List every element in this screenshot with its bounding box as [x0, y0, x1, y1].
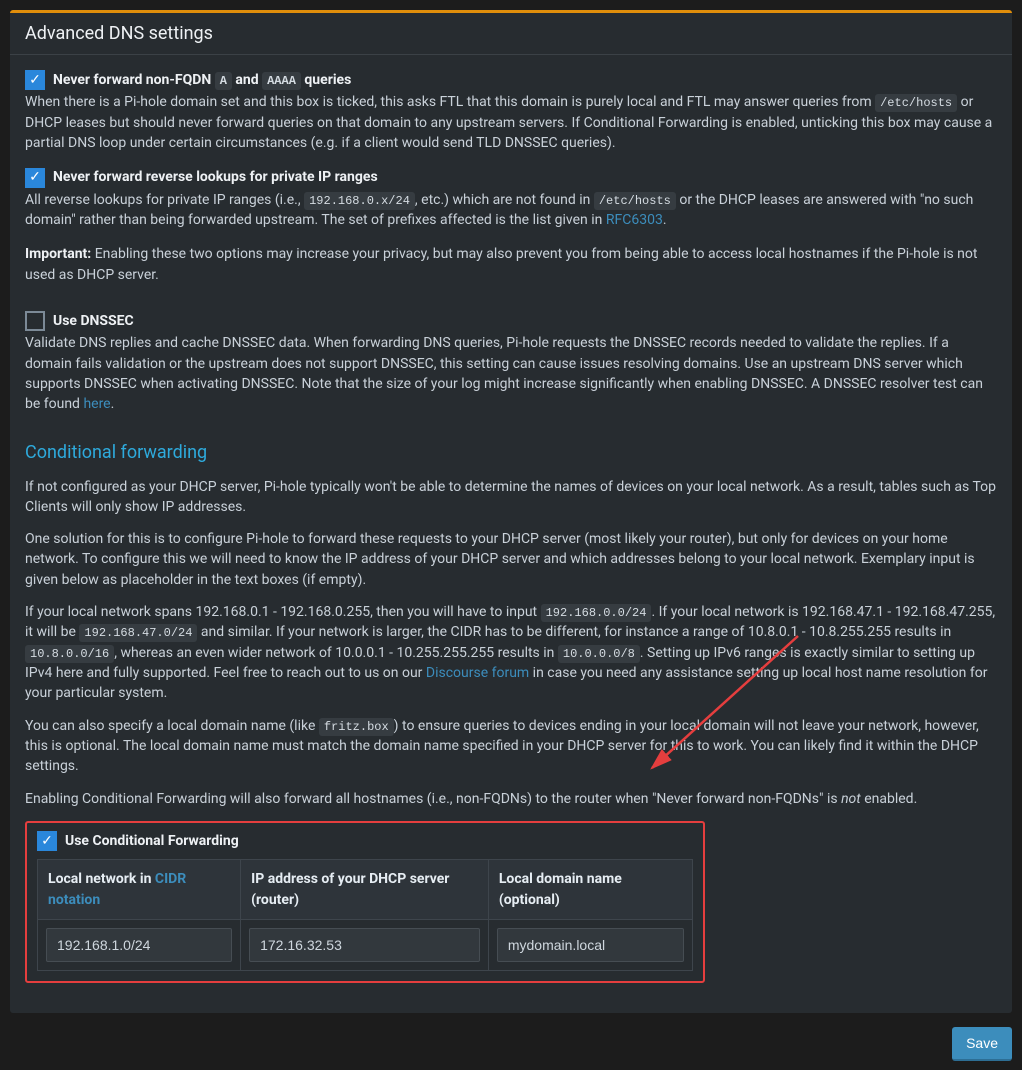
save-button[interactable]: Save: [952, 1027, 1012, 1061]
panel-header: Advanced DNS settings: [10, 13, 1012, 55]
local-domain-input[interactable]: [497, 928, 684, 962]
rfc6303-link[interactable]: RFC6303: [606, 212, 663, 228]
cf-col-local-network: Local network in CIDR notation: [38, 860, 241, 920]
panel-title: Advanced DNS settings: [25, 23, 997, 44]
never-forward-nonfqdn-label: Never forward non-FQDN A and AAAA querie…: [53, 70, 351, 90]
cf-para-2: One solution for this is to configure Pi…: [25, 529, 997, 590]
local-network-input[interactable]: [46, 928, 232, 962]
never-forward-reverse-desc: All reverse lookups for private IP range…: [25, 190, 997, 231]
use-cf-checkbox[interactable]: ✓: [37, 831, 57, 851]
conditional-forwarding-box: ✓ Use Conditional Forwarding Local netwo…: [25, 821, 705, 983]
never-forward-reverse-checkbox[interactable]: ✓: [25, 168, 45, 188]
cf-table: Local network in CIDR notation IP addres…: [37, 859, 693, 971]
cf-col-local-domain: Local domain name (optional): [488, 860, 692, 920]
cf-para-5: Enabling Conditional Forwarding will als…: [25, 789, 997, 809]
panel-body: ✓ Never forward non-FQDN A and AAAA quer…: [10, 55, 1012, 998]
use-dnssec-label: Use DNSSEC: [53, 311, 134, 331]
never-forward-nonfqdn-checkbox[interactable]: ✓: [25, 70, 45, 90]
important-note: Important: Enabling these two options ma…: [25, 244, 997, 285]
footer: Save: [10, 1013, 1012, 1061]
cf-para-3: If your local network spans 192.168.0.1 …: [25, 602, 997, 704]
dnssec-test-link[interactable]: here: [83, 396, 110, 412]
use-dnssec-desc: Validate DNS replies and cache DNSSEC da…: [25, 333, 997, 414]
use-cf-row: ✓ Use Conditional Forwarding: [37, 831, 693, 851]
conditional-forwarding-heading: Conditional forwarding: [25, 440, 997, 466]
cf-para-4: You can also specify a local domain name…: [25, 716, 997, 777]
cf-para-1: If not configured as your DHCP server, P…: [25, 477, 997, 518]
use-dnssec-checkbox[interactable]: [25, 311, 45, 331]
never-forward-nonfqdn-row: ✓ Never forward non-FQDN A and AAAA quer…: [25, 70, 997, 90]
never-forward-reverse-label: Never forward reverse lookups for privat…: [53, 167, 378, 187]
discourse-link[interactable]: Discourse forum: [426, 665, 529, 681]
advanced-dns-panel: Advanced DNS settings ✓ Never forward no…: [10, 10, 1012, 1013]
use-cf-label: Use Conditional Forwarding: [65, 831, 239, 851]
never-forward-reverse-row: ✓ Never forward reverse lookups for priv…: [25, 167, 997, 187]
never-forward-nonfqdn-desc: When there is a Pi-hole domain set and t…: [25, 92, 997, 153]
cf-col-dhcp-ip: IP address of your DHCP server (router): [241, 860, 489, 920]
dhcp-ip-input[interactable]: [249, 928, 480, 962]
use-dnssec-row: Use DNSSEC: [25, 311, 997, 331]
